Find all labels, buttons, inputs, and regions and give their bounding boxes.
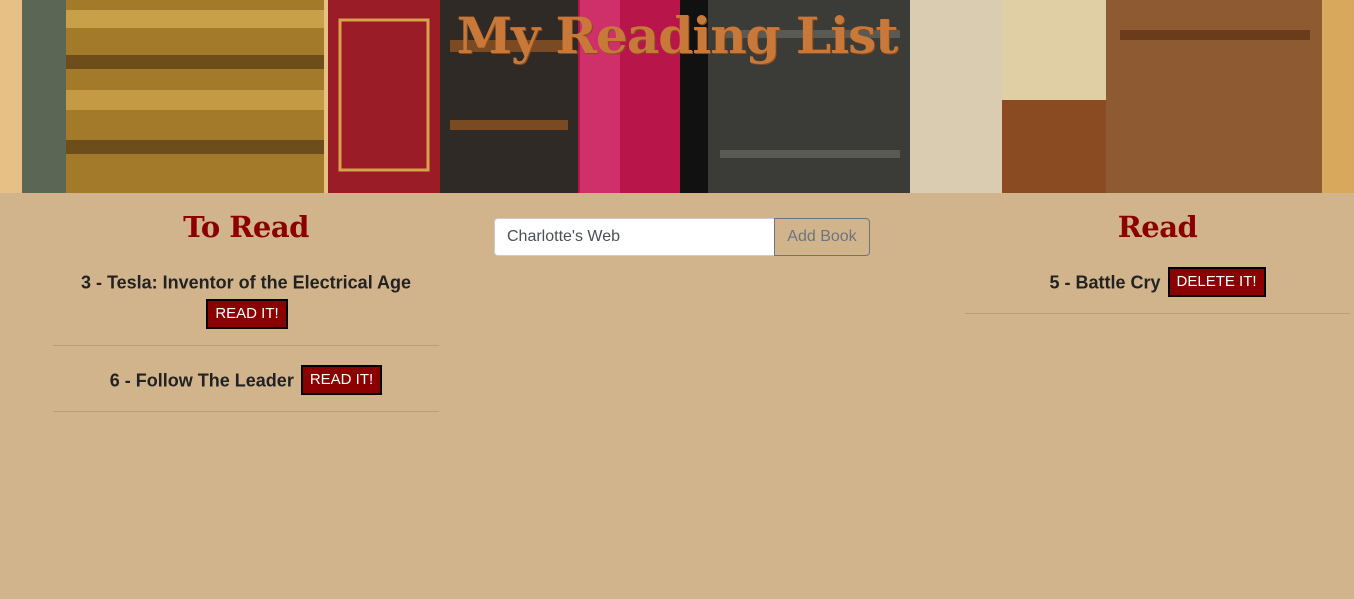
delete-it-button[interactable]: DELETE IT! <box>1167 267 1266 298</box>
list-item: 3 - Tesla: Inventor of the Electrical Ag… <box>53 249 439 346</box>
read-it-button[interactable]: READ IT! <box>206 298 288 329</box>
header-banner: My Reading List <box>0 0 1354 193</box>
list-item: 6 - Follow The Leader READ IT! <box>53 346 439 412</box>
book-title-input[interactable] <box>494 218 774 256</box>
page-title: My Reading List <box>456 6 899 65</box>
add-book-button[interactable]: Add Book <box>774 218 870 256</box>
read-heading: Read <box>1117 210 1198 244</box>
read-column: Read 5 - Battle Cry DELETE IT! <box>965 205 1350 315</box>
book-title: 3 - Tesla: Inventor of the Electrical Ag… <box>80 272 412 293</box>
to-read-column: To Read 3 - Tesla: Inventor of the Elect… <box>53 205 439 412</box>
add-book-form: Add Book <box>494 218 870 256</box>
list-item: 5 - Battle Cry DELETE IT! <box>965 249 1350 315</box>
book-title: 6 - Follow The Leader <box>109 369 294 390</box>
book-title: 5 - Battle Cry <box>1049 272 1161 293</box>
to-read-heading: To Read <box>183 210 309 244</box>
read-it-button[interactable]: READ IT! <box>300 364 383 395</box>
